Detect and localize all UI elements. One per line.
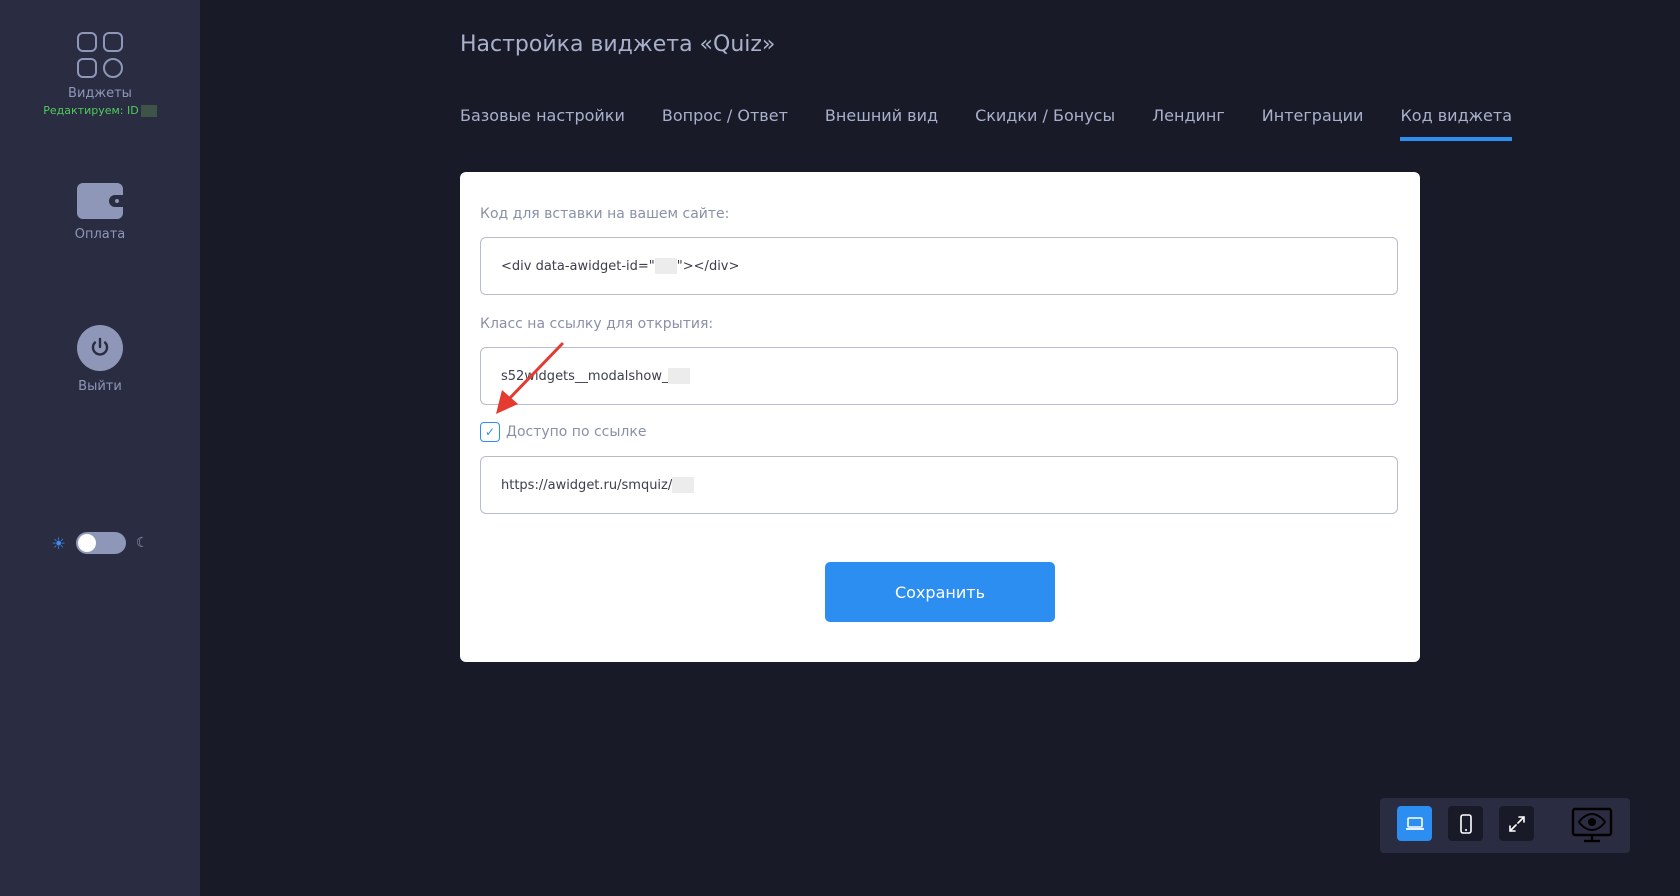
expand-icon (1508, 815, 1525, 832)
link-access-checkbox[interactable]: ✓ (480, 422, 500, 442)
embed-code-suffix: "></div> (676, 258, 740, 274)
theme-switch-knob (77, 534, 96, 552)
widget-code-card: Код для вставки на вашем сайте: <div dat… (460, 172, 1420, 662)
desktop-view-button[interactable] (1397, 806, 1432, 841)
redacted-id (672, 477, 695, 493)
sidebar: Виджеты Редактируем: ID Оплата Выйти ☀ ☾ (0, 0, 200, 896)
annotation-arrow (496, 342, 564, 414)
redacted-id (654, 258, 677, 274)
phone-icon (1459, 813, 1472, 834)
tab-discounts-bonuses[interactable]: Скидки / Бонусы (975, 106, 1115, 141)
moon-icon: ☾ (135, 535, 149, 551)
embed-code-field[interactable]: <div data-awidget-id=" "></div> (480, 237, 1398, 295)
theme-switch[interactable] (75, 532, 126, 554)
sidebar-item-logout[interactable]: Выйти (0, 325, 200, 394)
embed-code-label: Код для вставки на вашем сайте: (480, 206, 730, 222)
tab-appearance[interactable]: Внешний вид (825, 106, 938, 141)
embed-code-prefix: <div data-awidget-id=" (501, 258, 655, 274)
link-url-value: https://awidget.ru/smquiz/ (501, 477, 673, 493)
wallet-icon (77, 183, 123, 219)
redacted-id (668, 368, 691, 384)
page-title: Настройка виджета «Quiz» (460, 32, 776, 57)
sidebar-item-payment-label: Оплата (74, 227, 126, 242)
tab-widget-code[interactable]: Код виджета (1400, 106, 1513, 141)
link-class-field[interactable]: s52widgets__modalshow_ (480, 347, 1398, 405)
link-url-field[interactable]: https://awidget.ru/smquiz/ (480, 456, 1398, 514)
sidebar-item-logout-label: Выйти (78, 379, 122, 394)
redacted-id (140, 105, 157, 117)
link-class-label: Класс на ссылку для открытия: (480, 316, 714, 332)
tab-question-answer[interactable]: Вопрос / Ответ (662, 106, 788, 141)
sun-icon: ☀ (51, 533, 66, 553)
preview-button[interactable] (1570, 806, 1614, 844)
fullscreen-button[interactable] (1499, 806, 1534, 841)
sidebar-item-widgets-label: Виджеты (68, 86, 132, 101)
tab-base-settings[interactable]: Базовые настройки (460, 106, 625, 141)
link-access-label: Доступо по ссылке (506, 424, 647, 440)
tab-integrations[interactable]: Интеграции (1262, 106, 1364, 141)
widgets-grid-icon (77, 32, 123, 78)
theme-toggle: ☀ ☾ (0, 532, 200, 554)
editing-id-label: Редактируем: ID (0, 104, 200, 117)
monitor-eye-icon (1571, 807, 1613, 843)
mobile-view-button[interactable] (1448, 806, 1483, 841)
power-icon (77, 325, 123, 371)
sidebar-item-payment[interactable]: Оплата (0, 183, 200, 242)
link-access-row: ✓ Доступо по ссылке (480, 422, 646, 442)
sidebar-item-widgets[interactable]: Виджеты Редактируем: ID (0, 32, 200, 117)
save-button[interactable]: Сохранить (825, 562, 1055, 622)
preview-toolbar (1380, 798, 1630, 853)
tab-bar: Базовые настройки Вопрос / Ответ Внешний… (460, 106, 1513, 141)
laptop-icon (1405, 816, 1424, 830)
tab-landing[interactable]: Лендинг (1152, 106, 1225, 141)
